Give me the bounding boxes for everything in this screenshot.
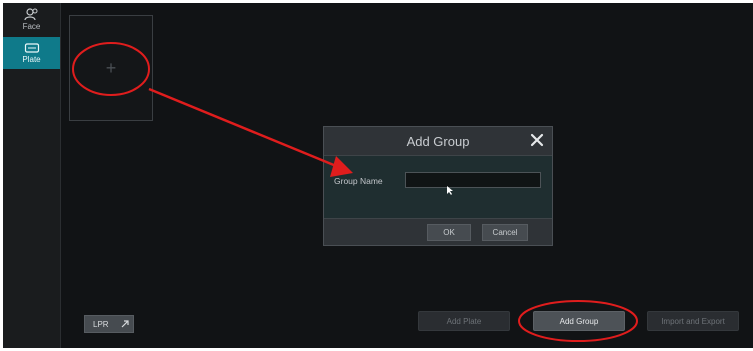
nvr-screen: Face Plate + LPR Add Plate Add Group Imp…	[3, 3, 753, 348]
annotation-circle-add-card	[72, 42, 150, 96]
annotation-arrow-head	[330, 156, 353, 177]
annotation-arrow-line	[148, 87, 342, 170]
annotation-overlay	[72, 42, 638, 342]
annotation-circle-add-group	[518, 300, 638, 342]
